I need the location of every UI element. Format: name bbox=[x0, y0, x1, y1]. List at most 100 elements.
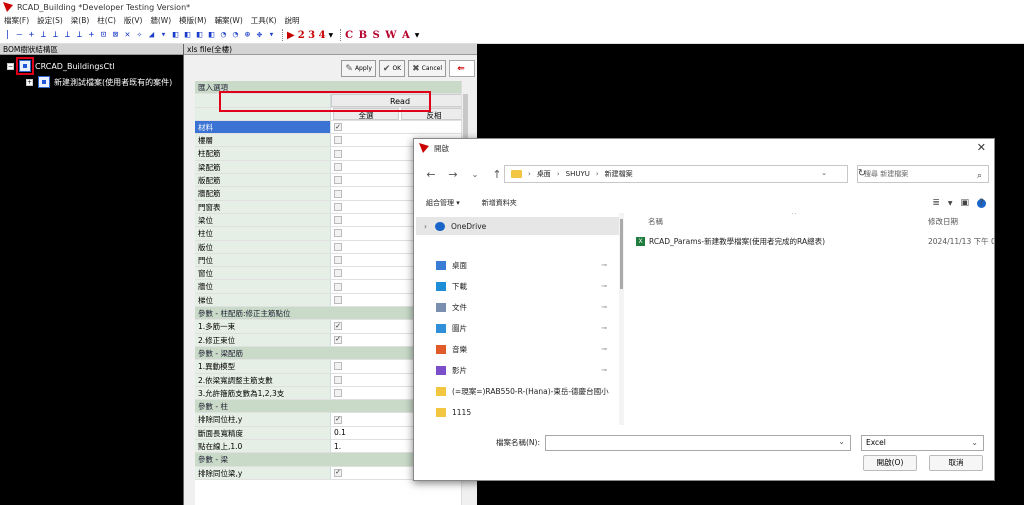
option-label[interactable]: 1.多筋一束 bbox=[195, 320, 331, 333]
file-list-item[interactable]: X RCAD_Params-新建教學檔案(使用者完成的RA總表) 2024/11… bbox=[636, 233, 994, 249]
exit-button[interactable]: ⇐ bbox=[449, 60, 475, 77]
apply-button[interactable]: ✎ Apply bbox=[341, 60, 376, 77]
option-label[interactable]: 牆配筋 bbox=[195, 187, 331, 200]
tool-button-icon[interactable]: ✕ bbox=[122, 29, 133, 41]
ok-button[interactable]: ✔ OK bbox=[378, 60, 406, 77]
nav-item[interactable]: 下載 ⊸ bbox=[416, 277, 619, 295]
address-bar[interactable]: › 桌面 › SHUYU › 新建檔案 ⌄ bbox=[504, 165, 848, 183]
filename-dropdown-icon[interactable]: ⌄ bbox=[838, 437, 845, 446]
tool-button-icon[interactable]: + bbox=[26, 29, 37, 41]
checkbox[interactable] bbox=[334, 295, 342, 304]
tool-button-icon[interactable]: ⊕ bbox=[242, 29, 253, 41]
pin-icon[interactable]: ⊸ bbox=[601, 366, 607, 374]
up-icon[interactable]: ↑ bbox=[492, 168, 502, 181]
checkbox[interactable] bbox=[334, 189, 342, 198]
option-label[interactable]: 斷面長寬精度 bbox=[195, 426, 331, 440]
recent-dropdown-icon[interactable]: ⌄ bbox=[470, 170, 480, 179]
tree-child-node[interactable]: + 新建測試檔案(使用者既有的案件) bbox=[26, 76, 172, 88]
cancel-button[interactable]: ✖ Cancel bbox=[408, 60, 446, 77]
search-input[interactable]: 搜尋 新建檔案 ⌕ bbox=[857, 165, 989, 183]
tool-button-icon[interactable]: + bbox=[86, 29, 97, 41]
organize-button[interactable]: 組合管理 ▾ bbox=[426, 198, 460, 208]
tool-button-icon[interactable]: | bbox=[2, 29, 13, 41]
tool-button-icon[interactable]: ⊥ bbox=[74, 29, 85, 41]
breadcrumb-desktop[interactable]: 桌面 bbox=[537, 169, 551, 179]
breadcrumb-folder[interactable]: 新建檔案 bbox=[605, 169, 633, 179]
checkbox[interactable] bbox=[334, 176, 342, 185]
filename-input[interactable]: ⌄ bbox=[545, 435, 851, 451]
option-label[interactable]: 點在線上,1.0 bbox=[195, 440, 331, 453]
checkbox[interactable] bbox=[334, 335, 342, 344]
tool-button-icon[interactable]: ◢ bbox=[146, 29, 157, 41]
checkbox[interactable] bbox=[334, 375, 342, 384]
play-icon[interactable]: ▶ bbox=[287, 30, 295, 41]
tool-button-icon[interactable]: ⊥ bbox=[50, 29, 61, 41]
tool-button-icon[interactable]: ✥ bbox=[254, 29, 265, 41]
menu-item[interactable]: 輔案(W) bbox=[214, 15, 242, 26]
option-label[interactable]: 柱位 bbox=[195, 227, 331, 240]
menu-item[interactable]: 設定(S) bbox=[37, 15, 63, 26]
checkbox[interactable] bbox=[334, 136, 342, 145]
checkbox[interactable] bbox=[334, 269, 342, 278]
forward-icon[interactable]: → bbox=[448, 168, 458, 181]
checkbox[interactable] bbox=[334, 202, 342, 211]
expand-icon[interactable]: + bbox=[26, 78, 33, 86]
option-label[interactable]: 梯位 bbox=[195, 293, 331, 307]
option-label[interactable]: 門位 bbox=[195, 253, 331, 267]
option-label[interactable]: 牆位 bbox=[195, 280, 331, 293]
nav-item[interactable]: R2專案交接文件2024.11.01整理 bbox=[416, 421, 619, 425]
option-label[interactable]: 排除同位柱,y bbox=[195, 413, 331, 426]
option-label[interactable]: 版位 bbox=[195, 240, 331, 253]
tool-button-icon[interactable]: ⊡ bbox=[98, 29, 109, 41]
dialog-cancel-button[interactable]: 取消 bbox=[929, 455, 983, 471]
nav-item[interactable]: 音樂 ⊸ bbox=[416, 340, 619, 358]
checkbox[interactable] bbox=[334, 362, 342, 371]
nav-item[interactable]: 1115 bbox=[416, 403, 619, 421]
option-label[interactable]: 1.異動模型 bbox=[195, 360, 331, 373]
checkbox[interactable] bbox=[334, 388, 342, 397]
checkbox[interactable] bbox=[334, 216, 342, 225]
preview-pane-icon[interactable]: ▣ bbox=[960, 198, 969, 208]
help-icon[interactable]: ? bbox=[977, 198, 986, 208]
nav-item[interactable]: 文件 ⊸ bbox=[416, 298, 619, 316]
numbers-dropdown-icon[interactable]: ▼ bbox=[329, 32, 334, 39]
option-label[interactable]: 門窗表 bbox=[195, 200, 331, 213]
checkbox[interactable] bbox=[334, 149, 342, 158]
checkbox[interactable] bbox=[334, 468, 342, 477]
checkbox[interactable] bbox=[334, 322, 342, 331]
menu-item[interactable]: 工具(K) bbox=[251, 15, 277, 26]
breadcrumb-user[interactable]: SHUYU bbox=[566, 170, 590, 178]
menu-item[interactable]: 檔案(F) bbox=[4, 15, 29, 26]
tool-button-icon[interactable]: — bbox=[14, 29, 25, 41]
pin-icon[interactable]: ⊸ bbox=[601, 303, 607, 311]
checkbox[interactable] bbox=[334, 256, 342, 264]
menu-item[interactable]: 說明 bbox=[285, 15, 300, 26]
nav-item[interactable]: 圖片 ⊸ bbox=[416, 319, 619, 337]
view-menu-icon[interactable]: ≣ bbox=[932, 198, 940, 208]
option-label[interactable]: 排除同位梁,y bbox=[195, 466, 331, 479]
option-label[interactable]: 材料 bbox=[195, 120, 331, 134]
menu-item[interactable]: 版(V) bbox=[124, 15, 142, 26]
navigation-scrollbar[interactable] bbox=[619, 213, 624, 425]
tool-button-icon[interactable]: ▾ bbox=[266, 29, 277, 41]
menu-item[interactable]: 柱(C) bbox=[97, 15, 116, 26]
nav-item[interactable]: (=現案=)RAB550-R-(Hana)-東岳-德慶台國小 bbox=[416, 382, 619, 400]
tool-button-icon[interactable]: ⊥ bbox=[62, 29, 73, 41]
scroll-thumb[interactable] bbox=[620, 219, 623, 289]
pin-icon[interactable]: ⊸ bbox=[601, 261, 607, 269]
option-label[interactable]: 3.允許箍筋支數為1,2,3支 bbox=[195, 386, 331, 400]
filetype-select[interactable]: Excel ⌄ bbox=[861, 435, 984, 451]
tool-button-icon[interactable]: ◔ bbox=[218, 29, 229, 41]
option-label[interactable]: 2.依梁寬調整主筋支數 bbox=[195, 373, 331, 386]
checkbox[interactable] bbox=[334, 415, 342, 424]
tree-root-node[interactable]: − CRCAD_BuildingsCtl bbox=[7, 57, 115, 75]
nav-item[interactable]: › OneDrive bbox=[416, 217, 619, 235]
tool-button-icon[interactable]: ⊥ bbox=[38, 29, 49, 41]
option-label[interactable]: 樓層 bbox=[195, 134, 331, 147]
checkbox[interactable] bbox=[334, 123, 342, 132]
menu-item[interactable]: 梁(B) bbox=[71, 15, 90, 26]
tool-button-icon[interactable]: ⊠ bbox=[110, 29, 121, 41]
option-label[interactable]: 版配筋 bbox=[195, 174, 331, 187]
filetype-dropdown-icon[interactable]: ⌄ bbox=[971, 436, 978, 450]
tool-button-icon[interactable]: ✧ bbox=[134, 29, 145, 41]
